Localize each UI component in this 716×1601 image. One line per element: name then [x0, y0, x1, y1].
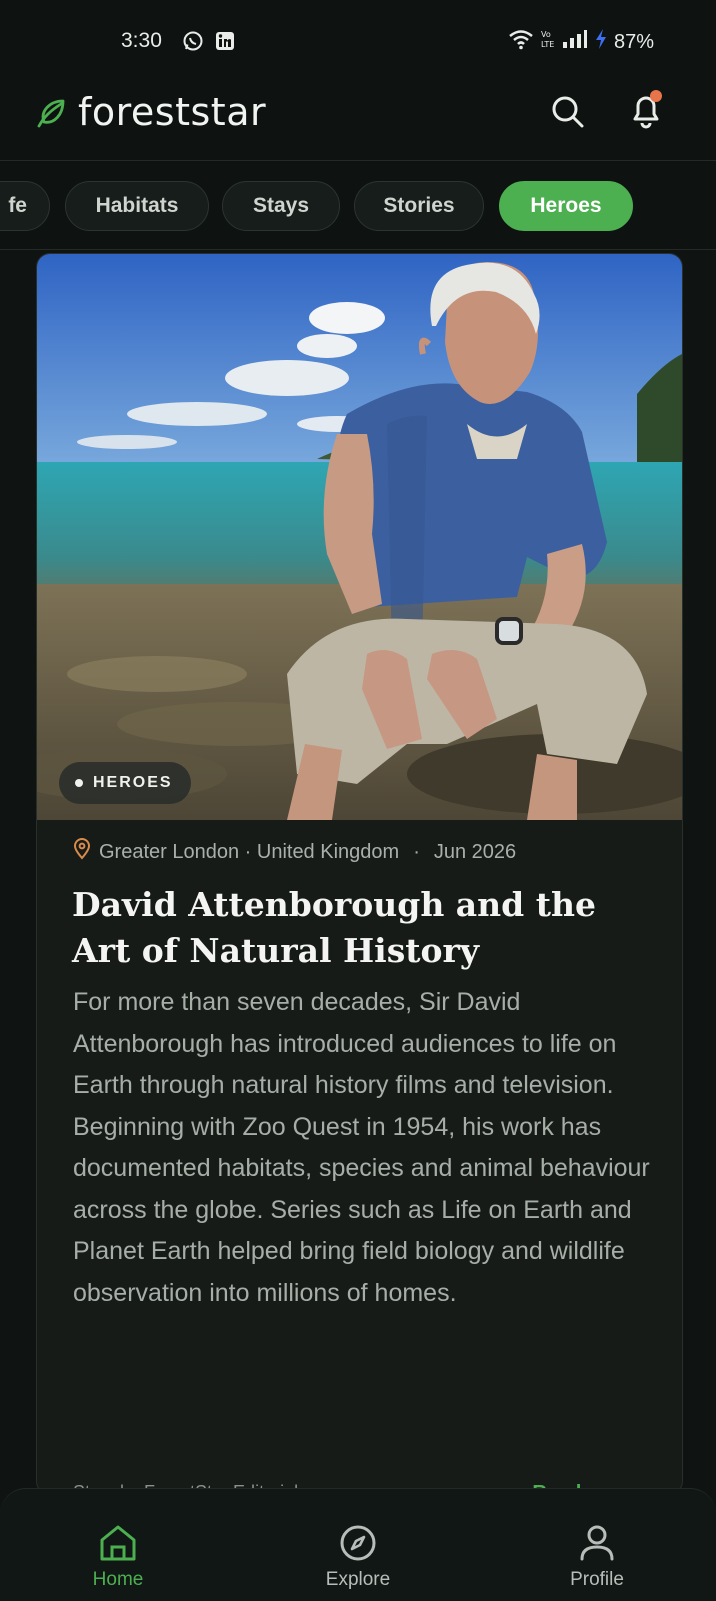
nav-profile[interactable]: Profile — [517, 1489, 677, 1601]
charging-icon — [594, 28, 608, 56]
article-date: Jun 2026 — [433, 840, 517, 863]
category-chip-bar: fe Habitats Stays Stories Heroes — [0, 161, 716, 250]
nav-home-label: Home — [92, 1569, 144, 1590]
home-icon — [96, 1521, 140, 1570]
notification-dot — [650, 90, 662, 102]
status-time: 3:30 — [121, 29, 162, 52]
badge-label: HEROES — [93, 774, 173, 791]
wifi-icon — [508, 28, 534, 56]
status-bar: 3:30 Vo LTE 87% — [0, 0, 716, 84]
status-notification-icons — [182, 30, 236, 57]
chip-stays[interactable]: Stays — [222, 181, 340, 231]
article-meta: Greater London · United Kingdom · Jun 20… — [73, 838, 516, 866]
badge-dot — [75, 779, 83, 787]
bell-icon[interactable] — [626, 90, 666, 137]
nav-profile-label: Profile — [570, 1569, 624, 1590]
article-summary: For more than seven decades, Sir David A… — [73, 988, 650, 1307]
app-header: foreststar — [0, 84, 716, 161]
search-icon[interactable] — [548, 92, 588, 137]
battery-level: 87% — [613, 30, 654, 53]
bottom-navigation: Home Explore Profile — [0, 1488, 716, 1601]
chip-habitats[interactable]: Habitats — [65, 181, 209, 231]
nav-explore[interactable]: Explore — [278, 1489, 438, 1601]
volte-icon: Vo LTE — [540, 28, 556, 56]
meta-separator: · — [413, 840, 420, 863]
linkedin-icon — [214, 30, 236, 57]
leaf-icon — [34, 97, 68, 136]
chip-stories[interactable]: Stories — [354, 181, 484, 231]
nav-explore-label: Explore — [325, 1569, 391, 1590]
nav-home[interactable]: Home — [38, 1489, 198, 1601]
location-pin-icon — [73, 838, 91, 866]
signal-icon — [562, 28, 588, 56]
chip-life[interactable]: fe — [0, 181, 50, 231]
brand-name[interactable]: foreststar — [78, 90, 266, 134]
hero-photo — [37, 254, 682, 820]
article-card[interactable]: HEROES Greater London · United Kingdom ·… — [36, 253, 683, 1495]
svg-text:LTE: LTE — [541, 40, 554, 49]
svg-text:Vo: Vo — [541, 30, 551, 39]
whatsapp-icon — [182, 30, 204, 57]
article-title[interactable]: David Attenborough and the Art of Natura… — [72, 882, 652, 974]
category-badge: HEROES — [59, 762, 191, 804]
chip-heroes[interactable]: Heroes — [499, 181, 633, 231]
article-location: Greater London · United Kingdom — [99, 840, 400, 863]
compass-icon — [336, 1521, 380, 1570]
status-system-icons: Vo LTE 87% — [508, 28, 654, 56]
profile-icon — [575, 1521, 619, 1570]
